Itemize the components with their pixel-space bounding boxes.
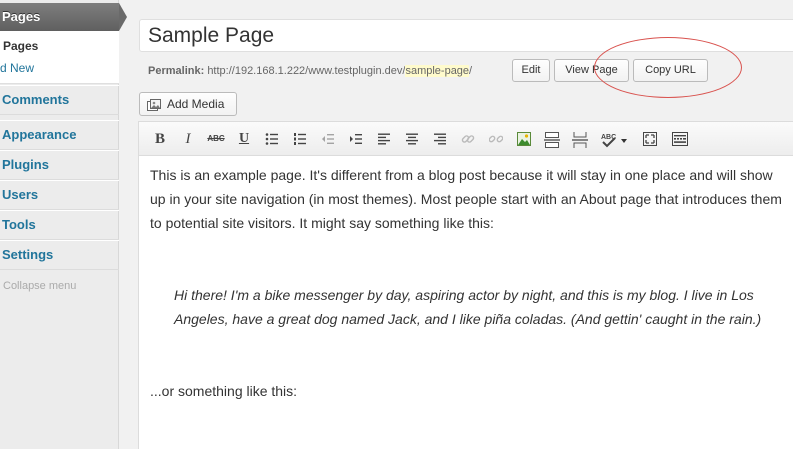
content-paragraph: ...or something like this: [150, 383, 298, 399]
editor-toolbar: B I ABC U ABC [139, 122, 793, 156]
strikethrough-button[interactable]: ABC [205, 128, 227, 150]
permalink-row: Permalink: http://192.168.1.222/www.test… [148, 64, 472, 78]
permalink-trailing-slash: / [469, 65, 473, 77]
permalink-label: Permalink: [148, 65, 205, 77]
bullet-list-icon[interactable] [261, 128, 283, 150]
collapse-menu-button[interactable]: Collapse menu [3, 280, 76, 292]
align-left-icon[interactable] [373, 128, 395, 150]
menu-tools[interactable]: Tools [0, 210, 119, 240]
menu-users[interactable]: Users [0, 180, 119, 210]
content-blockquote: Hi there! I'm a bike messenger by day, a… [174, 287, 762, 327]
permalink-base-url: http://192.168.1.222/www.testplugin.dev/ [207, 65, 406, 77]
link-icon[interactable] [457, 128, 479, 150]
add-media-button[interactable]: Add Media [139, 92, 237, 116]
menu-pages[interactable]: Pages [0, 3, 119, 31]
indent-icon[interactable] [345, 128, 367, 150]
menu-plugins[interactable]: Plugins [0, 150, 119, 180]
current-menu-arrow [119, 3, 127, 31]
numbered-list-icon[interactable] [289, 128, 311, 150]
spellcheck-icon[interactable]: ABC [599, 128, 633, 150]
underline-button[interactable]: U [233, 128, 255, 150]
content-paragraph: This is an example page. It's different … [150, 167, 782, 231]
align-center-icon[interactable] [401, 128, 423, 150]
insert-image-icon[interactable] [513, 128, 535, 150]
kitchen-sink-icon[interactable] [669, 128, 691, 150]
submenu-add-new[interactable]: d New [0, 60, 34, 76]
read-more-icon[interactable] [541, 128, 563, 150]
outdent-icon[interactable] [317, 128, 339, 150]
italic-button[interactable]: I [177, 128, 199, 150]
content-editor: B I ABC U ABC This is an example page. I… [138, 121, 793, 449]
menu-comments[interactable]: Comments [0, 85, 119, 115]
permalink-slug[interactable]: sample-page [405, 65, 470, 77]
menu-appearance[interactable]: Appearance [0, 120, 119, 150]
fullscreen-icon[interactable] [639, 128, 661, 150]
menu-settings[interactable]: Settings [0, 240, 119, 270]
editor-content-area[interactable]: This is an example page. It's different … [150, 163, 790, 403]
unlink-icon[interactable] [485, 128, 507, 150]
submenu-all-pages[interactable]: Pages [3, 38, 38, 54]
annotation-highlight-circle [594, 37, 742, 98]
align-right-icon[interactable] [429, 128, 451, 150]
pages-submenu: Pages d New [0, 31, 119, 84]
bold-button[interactable]: B [149, 128, 171, 150]
add-media-icon [147, 97, 161, 111]
page-break-icon[interactable] [569, 128, 591, 150]
edit-permalink-button[interactable]: Edit [512, 59, 550, 82]
add-media-label: Add Media [167, 97, 225, 111]
admin-sidebar: Pages Pages d New Comments Appearance Pl… [0, 0, 119, 449]
